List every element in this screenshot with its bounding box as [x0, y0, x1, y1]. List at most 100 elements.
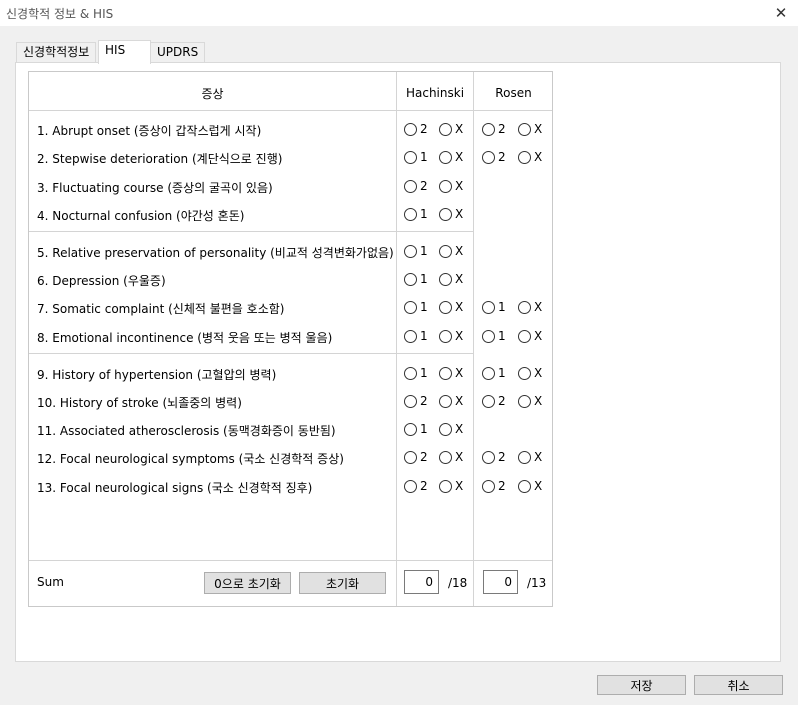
- radio-label: X: [534, 366, 543, 380]
- radio-label: X: [455, 366, 464, 380]
- radio-circle-icon: [404, 394, 417, 408]
- radio-circle-icon: [482, 329, 495, 343]
- hachinski-yes-radio[interactable]: 1: [404, 244, 428, 258]
- radio-label: X: [534, 479, 543, 493]
- hachinski-no-radio[interactable]: X: [439, 179, 463, 193]
- hachinski-yes-radio[interactable]: 2: [404, 394, 428, 408]
- rosen-yes-radio[interactable]: 2: [482, 122, 506, 136]
- rosen-yes-radio[interactable]: 1: [482, 300, 506, 314]
- radio-label: X: [455, 244, 464, 258]
- radio-circle-icon: [482, 394, 495, 408]
- symptom-label: 5. Relative preservation of personality …: [37, 246, 394, 260]
- tab-his[interactable]: HIS: [98, 40, 151, 64]
- hachinski-yes-radio[interactable]: 2: [404, 479, 428, 493]
- close-button[interactable]: ✕: [764, 0, 798, 26]
- radio-circle-icon: [404, 479, 417, 493]
- title-bar: 신경학적 정보 & HIS ✕: [0, 0, 798, 26]
- symptom-label: 12. Focal neurological symptoms (국소 신경학적…: [37, 452, 344, 466]
- tab-updrs[interactable]: UPDRS: [150, 42, 206, 63]
- rosen-no-radio[interactable]: X: [518, 329, 542, 343]
- rosen-sum-field[interactable]: 0: [483, 570, 518, 594]
- rosen-yes-radio[interactable]: 1: [482, 366, 506, 380]
- radio-label: X: [455, 272, 464, 286]
- rosen-yes-radio[interactable]: 2: [482, 394, 506, 408]
- hachinski-yes-radio[interactable]: 2: [404, 450, 428, 464]
- radio-circle-icon: [439, 366, 452, 380]
- header-symptom: 증상: [201, 87, 224, 101]
- radio-label: X: [455, 207, 464, 221]
- rosen-no-radio[interactable]: X: [518, 450, 542, 464]
- hachinski-no-radio[interactable]: X: [439, 300, 463, 314]
- hachinski-yes-radio[interactable]: 1: [404, 366, 428, 380]
- radio-circle-icon: [518, 329, 531, 343]
- radio-circle-icon: [404, 300, 417, 314]
- radio-circle-icon: [404, 272, 417, 286]
- hachinski-yes-radio[interactable]: 2: [404, 179, 428, 193]
- hachinski-yes-radio[interactable]: 2: [404, 122, 428, 136]
- symptom-label: 2. Stepwise deterioration (계단식으로 진행): [37, 152, 283, 166]
- radio-label: 2: [420, 479, 428, 493]
- hachinski-no-radio[interactable]: X: [439, 479, 463, 493]
- symptom-label: 8. Emotional incontinence (병적 웃음 또는 병적 울…: [37, 331, 333, 345]
- hachinski-yes-radio[interactable]: 1: [404, 272, 428, 286]
- radio-label: 1: [420, 150, 428, 164]
- radio-label: X: [455, 450, 464, 464]
- hachinski-sum-field[interactable]: 0: [404, 570, 439, 594]
- radio-label: X: [455, 394, 464, 408]
- reset-button[interactable]: 초기화: [299, 572, 386, 594]
- symptom-label: 9. History of hypertension (고혈압의 병력): [37, 368, 277, 382]
- rosen-no-radio[interactable]: X: [518, 122, 542, 136]
- radio-label: 2: [420, 179, 428, 193]
- hachinski-yes-radio[interactable]: 1: [404, 329, 428, 343]
- radio-label: X: [455, 479, 464, 493]
- tab-neuro-info[interactable]: 신경학적정보: [16, 42, 97, 63]
- rosen-yes-radio[interactable]: 1: [482, 329, 506, 343]
- radio-circle-icon: [439, 207, 452, 221]
- radio-circle-icon: [482, 122, 495, 136]
- radio-circle-icon: [439, 450, 452, 464]
- cancel-button[interactable]: 취소: [694, 675, 783, 695]
- hachinski-no-radio[interactable]: X: [439, 122, 463, 136]
- hachinski-no-radio[interactable]: X: [439, 450, 463, 464]
- hachinski-no-radio[interactable]: X: [439, 150, 463, 164]
- hachinski-no-radio[interactable]: X: [439, 272, 463, 286]
- radio-circle-icon: [439, 179, 452, 193]
- rosen-yes-radio[interactable]: 2: [482, 150, 506, 164]
- rosen-no-radio[interactable]: X: [518, 479, 542, 493]
- rosen-no-radio[interactable]: X: [518, 150, 542, 164]
- hachinski-no-radio[interactable]: X: [439, 394, 463, 408]
- rosen-no-radio[interactable]: X: [518, 366, 542, 380]
- radio-label: X: [455, 300, 464, 314]
- hachinski-no-radio[interactable]: X: [439, 329, 463, 343]
- symptom-label: 4. Nocturnal confusion (야간성 혼돈): [37, 209, 245, 223]
- hachinski-no-radio[interactable]: X: [439, 207, 463, 221]
- symptom-label: 6. Depression (우울증): [37, 274, 166, 288]
- rosen-yes-radio[interactable]: 2: [482, 479, 506, 493]
- radio-circle-icon: [482, 150, 495, 164]
- radio-circle-icon: [482, 450, 495, 464]
- radio-label: 1: [420, 422, 428, 436]
- symptom-label: 7. Somatic complaint (신체적 불편을 호소함): [37, 302, 285, 316]
- hachinski-yes-radio[interactable]: 1: [404, 300, 428, 314]
- radio-circle-icon: [518, 300, 531, 314]
- hachinski-yes-radio[interactable]: 1: [404, 207, 428, 221]
- radio-circle-icon: [439, 394, 452, 408]
- radio-circle-icon: [518, 394, 531, 408]
- radio-label: 2: [498, 150, 506, 164]
- radio-circle-icon: [404, 207, 417, 221]
- radio-circle-icon: [404, 366, 417, 380]
- hachinski-yes-radio[interactable]: 1: [404, 422, 428, 436]
- rosen-yes-radio[interactable]: 2: [482, 450, 506, 464]
- rosen-max: /13: [527, 576, 547, 590]
- hachinski-no-radio[interactable]: X: [439, 244, 463, 258]
- radio-label: 1: [420, 329, 428, 343]
- reset-zero-button[interactable]: 0으로 초기화: [204, 572, 291, 594]
- rosen-no-radio[interactable]: X: [518, 394, 542, 408]
- radio-circle-icon: [439, 122, 452, 136]
- radio-circle-icon: [404, 122, 417, 136]
- save-button[interactable]: 저장: [597, 675, 686, 695]
- hachinski-no-radio[interactable]: X: [439, 422, 463, 436]
- hachinski-no-radio[interactable]: X: [439, 366, 463, 380]
- hachinski-yes-radio[interactable]: 1: [404, 150, 428, 164]
- rosen-no-radio[interactable]: X: [518, 300, 542, 314]
